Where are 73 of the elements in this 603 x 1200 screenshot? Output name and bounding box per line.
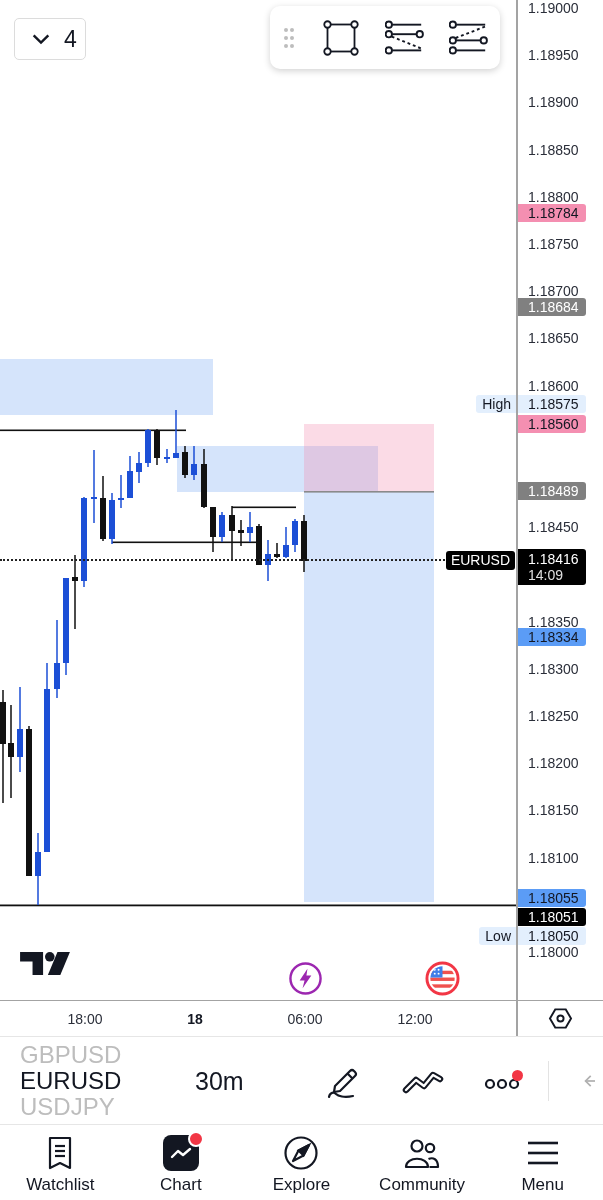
candle (247, 512, 253, 542)
price-tick-label: 1.18600 (528, 378, 579, 393)
price-tick-label: 1.18700 (528, 284, 579, 299)
flag-icon[interactable] (425, 961, 460, 996)
price-tick-label: 1.18450 (528, 520, 579, 535)
interval-button[interactable]: 30m (195, 1065, 244, 1096)
candle (256, 524, 262, 565)
price-tick-label: 1.18350 (528, 614, 579, 629)
rectangle-tool-icon[interactable] (321, 19, 361, 56)
drag-handle-icon[interactable] (283, 26, 295, 49)
price-tick-label: 1.18200 (528, 756, 579, 771)
countdown: 14:09 (528, 567, 564, 583)
candle (274, 543, 280, 558)
price-tag: Low (479, 927, 516, 945)
collapse-button[interactable]: 4 (14, 18, 86, 60)
more-icon (483, 1077, 520, 1091)
price-tick-label: 1.18800 (528, 189, 579, 204)
price-tick-label: 1.18750 (528, 237, 579, 251)
candle (292, 519, 298, 552)
time-label: 18:00 (67, 1010, 103, 1027)
time-label: 18 (187, 1010, 203, 1027)
price-badge: 1.18489 (518, 482, 586, 500)
price-tick-label: 1.18650 (528, 331, 579, 346)
candle (145, 429, 151, 467)
price-badge: 1.18051 (518, 908, 586, 926)
channel-lines-icon[interactable] (385, 19, 425, 56)
candle (229, 506, 235, 561)
nav-tab[interactable]: Chart (120, 1125, 242, 1200)
nav-tab[interactable]: Watchlist (0, 1125, 121, 1200)
price-tick-label: 1.18900 (528, 95, 579, 110)
price-tick-label: 1.18950 (528, 48, 579, 63)
candle (210, 507, 216, 552)
horizontal-line (232, 506, 296, 509)
price-tag: High (476, 395, 516, 413)
candle (219, 512, 225, 542)
last-price: 1.18416 (528, 551, 579, 567)
logo-icon[interactable] (20, 952, 70, 975)
price-badge: 1.18050 (518, 927, 586, 945)
price-tick-label: 1.18000 (528, 945, 579, 959)
time-label: 12:00 (397, 1010, 433, 1027)
lightning-icon[interactable] (288, 961, 323, 996)
price-badge: 1.18684 (518, 298, 586, 316)
candle (191, 446, 197, 480)
price-badge: 1.18560 (518, 415, 586, 433)
nav-tab[interactable]: Explore (241, 1125, 362, 1200)
price-tick-label: 1.18300 (528, 661, 579, 676)
channel-lines-icon[interactable] (449, 19, 489, 56)
candle (100, 476, 106, 541)
candle (173, 410, 179, 458)
price-tick-label: 1.18850 (528, 142, 579, 157)
time-label: 06:00 (287, 1010, 323, 1027)
symbol-tag: EURUSD (445, 551, 515, 570)
price-badge: 1.18334 (518, 628, 586, 646)
candle (182, 446, 188, 478)
candle (283, 527, 289, 558)
nav-tab[interactable]: Community (361, 1125, 483, 1200)
more-button[interactable] (483, 1070, 523, 1091)
candle (154, 429, 160, 465)
price-badge: 1.18575 (518, 395, 586, 413)
price-badge: 1.18055 (518, 889, 586, 907)
price-badge: 1.18784 (518, 204, 586, 222)
candle (238, 520, 244, 546)
price-tick-label: 1.18250 (528, 709, 579, 723)
candle (109, 493, 115, 544)
candle (127, 456, 133, 498)
symbol-item[interactable]: EURUSD (20, 1067, 122, 1094)
price-tick-label: 1.19000 (528, 1, 579, 15)
candle (35, 833, 41, 905)
candle (201, 449, 207, 508)
nav-tab[interactable]: Menu (482, 1125, 603, 1200)
price-tick-label: 1.18100 (528, 850, 579, 865)
settings-icon[interactable] (548, 1007, 573, 1030)
price-tick-label: 1.18150 (528, 803, 579, 818)
